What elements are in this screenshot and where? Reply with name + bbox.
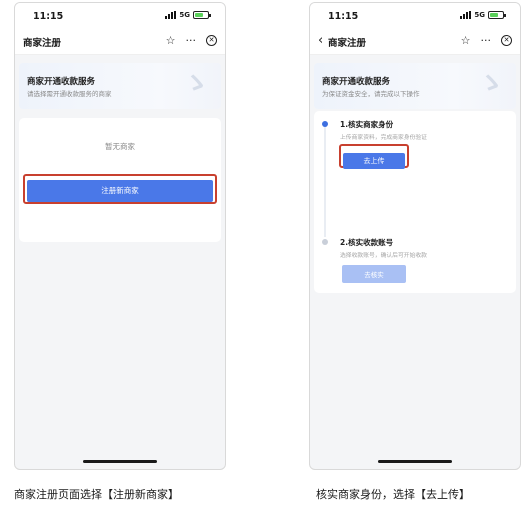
empty-state-text: 暂无商家 (105, 142, 135, 151)
register-new-merchant-button[interactable]: 注册新商家 (27, 179, 213, 202)
home-indicator (378, 460, 452, 463)
status-time: 11:15 (328, 11, 359, 22)
brand-logo-icon: ゝ (477, 69, 504, 99)
brand-logo-icon: ゝ (182, 69, 209, 99)
status-bar: 11:15 5G (310, 3, 520, 29)
chevron-left-icon[interactable]: ‹ (318, 33, 323, 49)
signal-icon (460, 11, 472, 19)
service-banner: 商家开通收款服务 请选择需开通收款服务的商家 ゝ (19, 63, 221, 109)
banner-subtitle: 请选择需开通收款服务的商家 (27, 90, 112, 98)
more-icon[interactable]: ··· (481, 34, 492, 47)
service-banner: 商家开通收款服务 为保证资金安全，请完成以下操作 ゝ (314, 63, 516, 109)
step-progress-line (324, 125, 326, 237)
home-indicator (83, 460, 157, 463)
nav-actions: ☆ ··· ✕ (166, 34, 217, 47)
step-1-title: 1.核实商家身份 (340, 120, 394, 129)
network-type: 5G (474, 11, 485, 19)
verification-steps-card: 1.核实商家身份 上传商家资料，完成商家身份验证 去上传 2.核实收款账号 选择… (314, 111, 516, 293)
status-time: 11:15 (33, 11, 64, 22)
signal-icon (165, 11, 177, 19)
step-2-dot (322, 239, 328, 245)
more-icon[interactable]: ··· (186, 34, 197, 47)
step-1-dot (322, 121, 328, 127)
go-upload-button[interactable]: 去上传 (343, 153, 405, 169)
page-title: 商家注册 (328, 38, 367, 49)
phone-screen-verify-identity: 11:15 5G ‹ 商家注册 ☆ ··· ✕ 商家开通收款服务 为保证资金安全… (309, 2, 521, 470)
phone-screen-merchant-register: 11:15 5G 商家注册 ☆ ··· ✕ 商家开通收款服务 请选择需开通收款服… (14, 2, 226, 470)
banner-subtitle: 为保证资金安全，请完成以下操作 (322, 90, 420, 98)
battery-icon (488, 11, 506, 19)
status-indicators: 5G (165, 11, 211, 19)
close-icon[interactable]: ✕ (206, 35, 217, 46)
step-2-title: 2.核实收款账号 (340, 238, 394, 247)
status-bar: 11:15 5G (15, 3, 225, 29)
nav-bar: ‹ 商家注册 ☆ ··· ✕ (310, 29, 520, 55)
banner-title: 商家开通收款服务 (322, 77, 391, 87)
register-button-highlight: 注册新商家 (23, 174, 217, 204)
close-icon[interactable]: ✕ (501, 35, 512, 46)
page-title: 商家注册 (23, 38, 62, 49)
banner-title: 商家开通收款服务 (27, 77, 96, 87)
status-indicators: 5G (460, 11, 506, 19)
nav-actions: ☆ ··· ✕ (461, 34, 512, 47)
star-icon[interactable]: ☆ (461, 34, 471, 47)
caption-right: 核实商家身份，选择【去上传】 (316, 488, 470, 501)
nav-bar: 商家注册 ☆ ··· ✕ (15, 29, 225, 55)
network-type: 5G (179, 11, 190, 19)
go-verify-button[interactable]: 去核实 (342, 265, 406, 283)
step-2-description: 选择收款账号，确认后可开始收款 (340, 253, 427, 259)
step-1-description: 上传商家资料，完成商家身份验证 (340, 135, 427, 141)
merchant-list-card: 暂无商家 注册新商家 (19, 118, 221, 242)
upload-button-highlight: 去上传 (339, 144, 409, 169)
battery-icon (193, 11, 211, 19)
caption-left: 商家注册页面选择【注册新商家】 (14, 488, 179, 501)
star-icon[interactable]: ☆ (166, 34, 176, 47)
